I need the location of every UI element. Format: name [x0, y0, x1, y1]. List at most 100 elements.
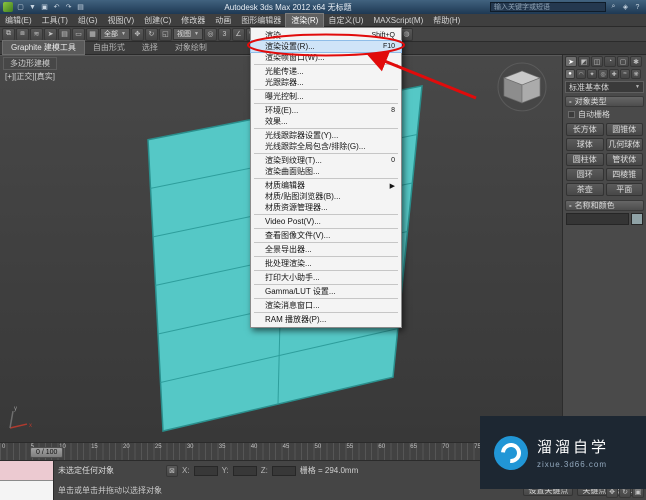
menubar-item[interactable]: 帮助(H) — [428, 14, 465, 27]
new-scene-icon[interactable]: ▢ — [15, 2, 26, 13]
app-logo-icon[interactable] — [3, 2, 13, 12]
ribbon-tab[interactable]: 选择 — [134, 41, 166, 54]
hierarchy-tab-icon[interactable]: ◫ — [591, 56, 603, 67]
select-and-rotate-icon[interactable]: ↻ — [145, 28, 158, 41]
viewport-label[interactable]: [+][正交][真实] — [5, 71, 55, 82]
render-menu-item[interactable]: 材质/贴图浏览器(B)... — [251, 191, 401, 202]
rectangular-selection-region-icon[interactable]: ▭ — [72, 28, 85, 41]
object-color-swatch[interactable] — [631, 213, 643, 225]
menubar-item[interactable]: 编辑(E) — [0, 14, 37, 27]
menubar-item[interactable]: 修改器 — [176, 14, 210, 27]
use-center-icon[interactable]: ◎ — [204, 28, 217, 41]
select-object-icon[interactable]: ➤ — [44, 28, 57, 41]
render-menu-item[interactable]: 批处理渲染... — [251, 258, 401, 269]
primitive-button[interactable]: 球体 — [566, 138, 604, 151]
selection-filter-dropdown[interactable]: 全部 ▼ — [100, 28, 130, 40]
undo-icon[interactable]: ↶ — [51, 2, 62, 13]
render-menu-item[interactable]: 渲染设置(R)...F10 — [251, 41, 401, 52]
utilities-tab-icon[interactable]: ✱ — [630, 56, 642, 67]
ribbon-tab[interactable]: Graphite 建模工具 — [3, 41, 84, 54]
render-menu-item[interactable]: 材质资源管理器... — [251, 202, 401, 213]
create-tab-icon[interactable]: ➤ — [565, 56, 577, 67]
select-and-move-icon[interactable]: ✥ — [131, 28, 144, 41]
polygon-modeling-panel-tab[interactable]: 多边形建模 — [3, 57, 57, 70]
primitive-button[interactable]: 管状体 — [606, 153, 644, 166]
ribbon-tab[interactable]: 对象绘制 — [167, 41, 215, 54]
render-menu-item[interactable]: 打印大小助手... — [251, 272, 401, 283]
select-by-name-icon[interactable]: ▤ — [58, 28, 71, 41]
y-coordinate-field[interactable] — [233, 466, 257, 476]
modify-tab-icon[interactable]: ◩ — [578, 56, 590, 67]
display-tab-icon[interactable]: ▢ — [617, 56, 629, 67]
render-menu-item[interactable]: 光线跟踪器设置(Y)... — [251, 130, 401, 141]
render-menu-item[interactable]: 渲染Shift+Q — [251, 30, 401, 41]
infocenter-search-input[interactable] — [490, 2, 606, 12]
select-and-link-icon[interactable]: ⧉ — [2, 28, 15, 41]
shapes-icon[interactable]: ◠ — [576, 69, 586, 79]
render-menu-item[interactable]: 全景导出器... — [251, 244, 401, 255]
menubar-item[interactable]: 动画 — [210, 14, 236, 27]
name-color-rollout-header[interactable]: - 名称和颜色 — [565, 200, 644, 211]
geometry-icon[interactable]: ● — [565, 69, 575, 79]
menubar-item[interactable]: 视图(V) — [102, 14, 139, 27]
help-icon[interactable]: ? — [632, 2, 643, 13]
render-menu-item[interactable]: 查看图像文件(V)... — [251, 230, 401, 241]
primitive-button[interactable]: 圆环 — [566, 168, 604, 181]
angle-snap-icon[interactable]: ∠ — [232, 28, 245, 41]
primitive-button[interactable]: 平面 — [606, 183, 644, 196]
window-crossing-icon[interactable]: ▦ — [86, 28, 99, 41]
redo-icon[interactable]: ↷ — [63, 2, 74, 13]
object-name-input[interactable] — [566, 213, 629, 225]
render-menu-item[interactable]: 环境(E)...8 — [251, 105, 401, 116]
autogrid-checkbox[interactable] — [568, 111, 575, 118]
menubar-item[interactable]: MAXScript(M) — [368, 15, 428, 26]
cameras-icon[interactable]: ◎ — [598, 69, 608, 79]
menubar-item[interactable]: 创建(C) — [139, 14, 176, 27]
menubar-item[interactable]: 工具(T) — [37, 14, 73, 27]
lights-icon[interactable]: ✦ — [587, 69, 597, 79]
render-menu-item[interactable]: 材质编辑器▶ — [251, 180, 401, 191]
render-menu-item[interactable]: 光跟踪器... — [251, 77, 401, 88]
primitive-button[interactable]: 圆柱体 — [566, 153, 604, 166]
snap-toggle-icon[interactable]: 3 — [218, 28, 231, 41]
time-slider-handle[interactable]: 0 / 100 — [30, 447, 63, 458]
selection-lock-icon[interactable]: ⊠ — [166, 465, 178, 477]
listener-field[interactable] — [0, 481, 53, 500]
object-type-rollout-header[interactable]: - 对象类型 — [565, 96, 644, 107]
reference-coordinate-dropdown[interactable]: 视图 ▼ — [173, 28, 203, 40]
primitive-button[interactable]: 长方体 — [566, 123, 604, 136]
primitive-category-dropdown[interactable]: 标准基本体 ▼ — [565, 81, 644, 93]
save-file-icon[interactable]: ▣ — [39, 2, 50, 13]
bind-to-space-warp-icon[interactable]: ≋ — [30, 28, 43, 41]
menubar-item[interactable]: 图形编辑器 — [236, 14, 286, 27]
systems-icon[interactable]: ❋ — [631, 69, 641, 79]
render-menu-item[interactable]: 光线跟踪全局包含/排除(G)... — [251, 141, 401, 152]
render-menu-item[interactable]: 光能传递... — [251, 66, 401, 77]
render-menu-item[interactable]: 渲染消息窗口... — [251, 300, 401, 311]
menubar-item[interactable]: 渲染(R) — [286, 14, 323, 27]
menubar-item[interactable]: 自定义(U) — [323, 14, 368, 27]
primitive-button[interactable]: 几何球体 — [606, 138, 644, 151]
render-menu-item[interactable]: 曝光控制... — [251, 91, 401, 102]
space-warps-icon[interactable]: ≈ — [620, 69, 630, 79]
render-menu-item[interactable]: 渲染到纹理(T)...0 — [251, 155, 401, 166]
search-icon[interactable]: ⌕ — [608, 2, 619, 13]
z-coordinate-field[interactable] — [272, 466, 296, 476]
x-coordinate-field[interactable] — [194, 466, 218, 476]
render-menu-item[interactable]: 渲染曲面贴图... — [251, 166, 401, 177]
primitive-button[interactable]: 四棱锥 — [606, 168, 644, 181]
motion-tab-icon[interactable]: ◔ — [604, 56, 616, 67]
project-folder-icon[interactable]: ▤ — [75, 2, 86, 13]
helpers-icon[interactable]: ✚ — [609, 69, 619, 79]
render-menu-item[interactable]: RAM 播放器(P)... — [251, 314, 401, 325]
ribbon-tab[interactable]: 自由形式 — [85, 41, 133, 54]
viewcube[interactable] — [498, 63, 546, 111]
open-file-icon[interactable]: ▼ — [27, 2, 38, 13]
communication-center-icon[interactable]: ◈ — [620, 2, 631, 13]
render-menu-item[interactable]: 效果... — [251, 116, 401, 127]
select-and-scale-icon[interactable]: ◱ — [159, 28, 172, 41]
render-menu-item[interactable]: Video Post(V)... — [251, 216, 401, 227]
render-menu-item[interactable]: 渲染帧窗口(W)... — [251, 52, 401, 63]
primitive-button[interactable]: 圆锥体 — [606, 123, 644, 136]
primitive-button[interactable]: 茶壶 — [566, 183, 604, 196]
